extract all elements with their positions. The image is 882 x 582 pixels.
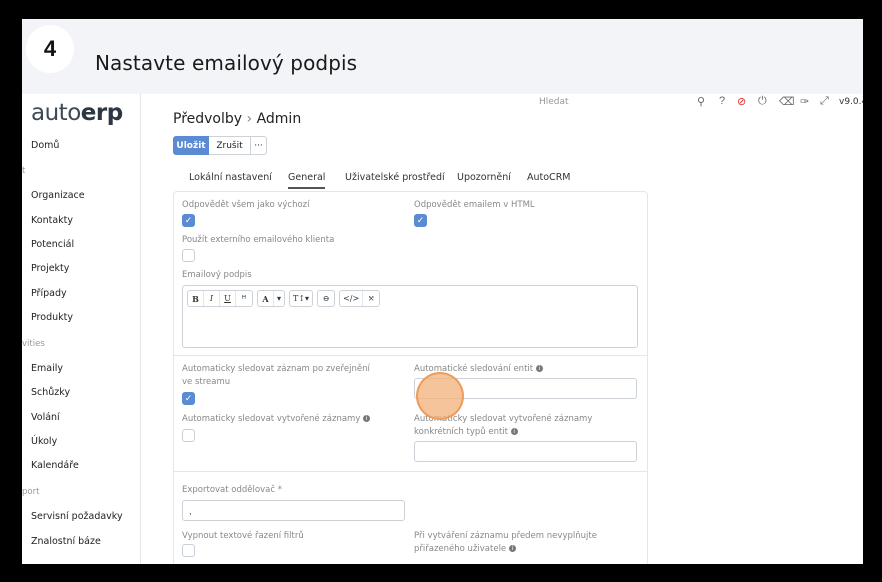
sidebar-item-service-requests[interactable]: Servisní požadavky [31, 511, 123, 522]
step-header: 4 Nastavte emailový podpis [22, 19, 863, 94]
sidebar-item-contacts[interactable]: Kontakty [31, 215, 73, 226]
auto-follow-stream-label: Automaticky sledovat záznam po zveřejněn… [182, 364, 370, 387]
export-delimiter-label: Exportovat oddělovač * [182, 485, 282, 495]
underline-button[interactable]: U [220, 291, 236, 306]
power-icon[interactable]: ⏻ [758, 95, 767, 108]
sidebar-item-home[interactable]: Domů [31, 140, 59, 151]
settings-panel: Odpovědět všem jako výchozí ✓ Odpovědět … [173, 191, 648, 564]
signature-label: Emailový podpis [182, 270, 252, 280]
info-icon: i [363, 415, 371, 422]
brush-icon[interactable]: ✑ [800, 95, 809, 108]
breadcrumb-parent[interactable]: Předvolby [173, 111, 242, 127]
tab-user-interface[interactable]: Uživatelské prostředí [345, 172, 445, 183]
help-icon[interactable]: ? [719, 95, 725, 107]
tab-general[interactable]: General [288, 172, 326, 189]
sidebar-item-cases[interactable]: Případy [31, 288, 67, 299]
disable-text-filter-checkbox[interactable] [182, 544, 195, 557]
version-label: v9.0.4 [839, 97, 863, 107]
ban-icon[interactable]: ⊘ [737, 95, 746, 108]
sidebar-item-projects[interactable]: Projekty [31, 263, 69, 274]
auto-follow-created-checkbox[interactable] [182, 429, 195, 442]
auto-follow-created-label: Automaticky sledovat vytvořené záznamy i [182, 413, 371, 426]
sidebar-section-label: port [22, 487, 40, 497]
view-group: </> ⤧ [339, 290, 381, 307]
code-view-icon[interactable]: </> [340, 291, 364, 306]
cancel-button[interactable]: Zrušit [209, 136, 251, 155]
signature-editor[interactable]: B I U ꟸ A ▾ T↕▾ ⊖ </> ⤧ [182, 285, 638, 348]
step-title: Nastavte emailový podpis [95, 51, 358, 75]
search-icon[interactable]: ⚲ [697, 95, 705, 108]
sidebar: autoerp Domů t Organizace Kontakty Poten… [22, 94, 141, 564]
click-indicator [416, 372, 464, 420]
wrench-icon[interactable]: ⤢ [820, 95, 829, 108]
disable-text-filter-label: Vypnout textové řazení filtrů [182, 531, 304, 541]
reply-all-checkbox[interactable]: ✓ [182, 214, 195, 227]
tab-autocrm[interactable]: AutoCRM [527, 172, 571, 183]
logo-prefix: auto [31, 100, 81, 126]
sidebar-item-meetings[interactable]: Schůzky [31, 387, 70, 398]
section-divider [174, 355, 648, 356]
sidebar-item-emails[interactable]: Emaily [31, 363, 63, 374]
italic-button[interactable]: I [204, 291, 220, 306]
sidebar-item-tasks[interactable]: Úkoly [31, 436, 57, 447]
more-actions-button[interactable]: ··· [251, 136, 267, 155]
settings-tabs: Lokální nastavení General Uživatelské pr… [173, 169, 648, 191]
external-client-checkbox[interactable] [182, 249, 195, 262]
sidebar-section-label: t [22, 166, 26, 176]
size-group: T↕▾ [289, 290, 314, 307]
app-window: autoerp Domů t Organizace Kontakty Poten… [22, 94, 863, 564]
sidebar-item-knowledge-base[interactable]: Znalostní báze [31, 536, 101, 547]
reply-all-label: Odpovědět všem jako výchozí [182, 200, 310, 210]
section-divider [174, 471, 648, 472]
external-client-label: Použít externího emailového klienta [182, 235, 335, 245]
reply-html-label: Odpovědět emailem v HTML [414, 200, 535, 210]
editor-toolbar: B I U ꟸ A ▾ T↕▾ ⊖ </> ⤧ [187, 290, 381, 307]
breadcrumb: Předvolby › Admin [173, 111, 301, 127]
logo-suffix: erp [80, 100, 123, 126]
color-group: A ▾ [257, 290, 286, 307]
clear-format-button[interactable]: ꟸ [236, 291, 252, 306]
link-icon[interactable]: ⊖ [318, 291, 334, 306]
sidebar-item-calls[interactable]: Volání [31, 412, 60, 423]
action-buttons: Uložit Zrušit ··· [173, 136, 267, 155]
breadcrumb-current: Admin [256, 111, 302, 127]
search-input[interactable]: Hledat [539, 97, 569, 107]
info-icon: i [510, 428, 518, 435]
sidebar-item-calendars[interactable]: Kalendáře [31, 460, 79, 471]
sidebar-item-organizations[interactable]: Organizace [31, 190, 85, 201]
fullscreen-icon[interactable]: ⤧ [363, 291, 379, 306]
info-icon: i [535, 365, 543, 372]
sidebar-item-products[interactable]: Produkty [31, 312, 73, 323]
eraser-icon[interactable]: ⌫ [779, 95, 795, 108]
export-delimiter-input[interactable]: , [182, 500, 405, 521]
auto-follow-stream-checkbox[interactable]: ✓ [182, 392, 195, 405]
tab-local-settings[interactable]: Lokální nastavení [189, 172, 272, 183]
font-size-button[interactable]: T↕▾ [290, 291, 312, 306]
save-button[interactable]: Uložit [173, 136, 209, 155]
screenshot-frame: 4 Nastavte emailový podpis autoerp Domů … [22, 19, 863, 564]
tab-notifications[interactable]: Upozornění [457, 172, 511, 183]
logo[interactable]: autoerp [31, 100, 123, 126]
sidebar-section-label: vities [22, 339, 45, 349]
no-assign-label: Při vytváření záznamu předem nevyplňujte… [414, 531, 597, 554]
info-icon: i [508, 545, 516, 552]
reply-html-checkbox[interactable]: ✓ [414, 214, 427, 227]
format-group: B I U ꟸ [187, 290, 253, 307]
font-color-button[interactable]: A [258, 291, 274, 306]
font-color-caret[interactable]: ▾ [274, 291, 284, 306]
bold-button[interactable]: B [188, 291, 204, 306]
insert-group: ⊖ [317, 290, 336, 307]
step-number-badge: 4 [26, 25, 74, 73]
auto-follow-created-types-input[interactable] [414, 441, 637, 462]
sidebar-item-leads[interactable]: Potenciál [31, 239, 74, 250]
breadcrumb-separator: › [246, 111, 253, 127]
